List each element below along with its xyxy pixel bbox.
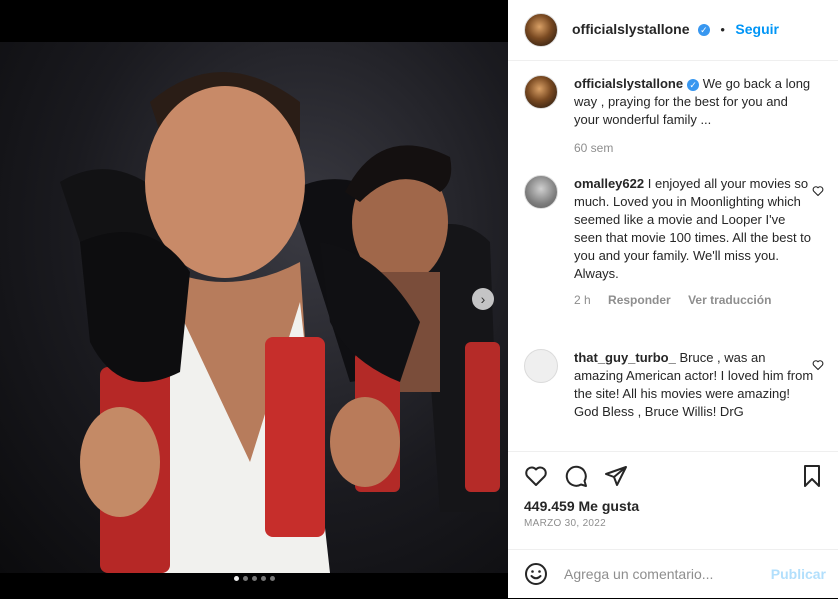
carousel-dot	[251, 576, 257, 581]
post-date[interactable]: MARZO 30, 2022	[524, 518, 606, 529]
post-side-panel: officialslystallone ✓ • Seguir officials…	[508, 0, 838, 598]
comment-like-heart-icon[interactable]	[812, 185, 824, 197]
post-header: officialslystallone ✓ • Seguir	[508, 0, 838, 61]
add-comment-bar: Agrega un comentario... Publicar	[508, 549, 838, 599]
carousel-dot	[242, 576, 248, 581]
paper-plane-icon[interactable]	[604, 464, 628, 488]
carousel-dot	[269, 576, 275, 581]
post-actions: 449.459 Me gusta MARZO 30, 2022	[508, 451, 838, 550]
comment-bubble-icon[interactable]	[564, 464, 588, 488]
post-photo	[0, 42, 508, 573]
carousel-indicator	[0, 576, 508, 581]
like-count[interactable]: 449.459 Me gusta	[524, 498, 639, 514]
follow-button[interactable]: Seguir	[735, 21, 779, 37]
caption-time[interactable]: 60 sem	[574, 141, 613, 155]
comments-list[interactable]: officialslystallone ✓ We go back a long w…	[508, 61, 838, 451]
carousel-dot	[233, 576, 239, 581]
heart-icon[interactable]	[524, 464, 548, 488]
carousel-dot	[260, 576, 266, 581]
translate-button[interactable]: Ver traducción	[688, 293, 771, 307]
smiley-icon[interactable]	[524, 562, 548, 586]
commenter-username[interactable]: omalley622	[574, 176, 644, 191]
author-avatar[interactable]	[524, 13, 558, 47]
comment-text: I enjoyed all your movies so much. Loved…	[574, 176, 812, 281]
separator-dot: •	[720, 22, 725, 37]
verified-badge-icon: ✓	[697, 23, 710, 36]
bookmark-icon[interactable]	[800, 464, 824, 488]
commenter-avatar[interactable]	[524, 349, 558, 383]
author-username[interactable]: officialslystallone	[572, 21, 689, 37]
post-media: ›	[0, 0, 508, 598]
caption-username[interactable]: officialslystallone	[574, 76, 683, 91]
commenter-username[interactable]: that_guy_turbo_	[574, 350, 676, 365]
chevron-right-icon: ›	[480, 291, 486, 307]
author-avatar[interactable]	[524, 75, 558, 109]
verified-badge-icon: ✓	[687, 78, 700, 91]
comment-time[interactable]: 2 h	[574, 293, 591, 307]
comment-like-heart-icon[interactable]	[812, 359, 824, 371]
comment-input[interactable]: Agrega un comentario...	[564, 566, 713, 582]
reply-button[interactable]: Responder	[608, 293, 671, 307]
publish-button[interactable]: Publicar	[771, 566, 826, 582]
commenter-avatar[interactable]	[524, 175, 558, 209]
carousel-next-button[interactable]: ›	[472, 288, 494, 310]
